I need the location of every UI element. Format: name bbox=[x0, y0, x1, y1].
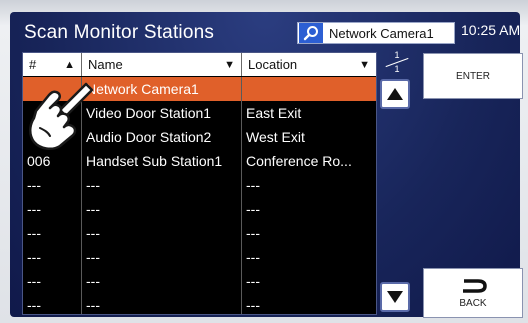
row-name: Audio Door Station2 bbox=[82, 125, 242, 149]
row-location: Conference Ro... bbox=[246, 153, 352, 169]
row-location bbox=[242, 77, 376, 101]
table-header: # ▲ Name ▼ Location ▼ bbox=[23, 53, 376, 76]
table-row-empty[interactable]: --- --- --- bbox=[23, 221, 376, 245]
triangle-up-icon bbox=[387, 88, 403, 100]
row-name: --- bbox=[82, 293, 242, 314]
page-total: 1 bbox=[394, 64, 400, 74]
sort-ascending-icon: ▲ bbox=[64, 59, 75, 71]
page-title: Scan Monitor Stations bbox=[24, 22, 215, 43]
search-field[interactable]: Network Camera1 bbox=[297, 22, 455, 44]
table-row-empty[interactable]: --- --- --- bbox=[23, 245, 376, 269]
sort-descending-icon: ▼ bbox=[359, 59, 370, 71]
page-current: 1 bbox=[394, 50, 400, 60]
row-name: --- bbox=[82, 221, 242, 245]
table-row-empty[interactable]: --- --- --- bbox=[23, 197, 376, 221]
page-indicator: 1 1 bbox=[379, 50, 415, 76]
scroll-up-button[interactable] bbox=[380, 79, 410, 109]
row-name: Video Door Station1 bbox=[82, 101, 242, 125]
row-location: --- bbox=[246, 225, 260, 241]
row-name: --- bbox=[82, 197, 242, 221]
back-label: BACK bbox=[459, 297, 487, 309]
row-number: --- bbox=[23, 293, 82, 314]
row-location: West Exit bbox=[246, 129, 305, 145]
row-location: --- bbox=[246, 297, 260, 313]
table-row-empty[interactable]: --- --- --- bbox=[23, 293, 376, 314]
row-name: Handset Sub Station1 bbox=[82, 149, 242, 173]
row-location: --- bbox=[246, 201, 260, 217]
column-header-number[interactable]: # ▲ bbox=[23, 53, 82, 76]
sort-descending-icon: ▼ bbox=[224, 59, 235, 71]
row-number: --- bbox=[23, 245, 82, 269]
back-button[interactable]: BACK bbox=[423, 268, 523, 318]
enter-button[interactable]: ENTER bbox=[423, 53, 523, 99]
column-header-name[interactable]: Name ▼ bbox=[82, 53, 242, 76]
row-number: --- bbox=[23, 221, 82, 245]
return-arrow-icon bbox=[463, 278, 487, 293]
clock: 10:25 AM bbox=[461, 22, 521, 38]
row-location: --- bbox=[246, 249, 260, 265]
row-location: --- bbox=[246, 177, 260, 193]
scroll-down-button[interactable] bbox=[380, 282, 410, 312]
row-name: --- bbox=[82, 269, 242, 293]
enter-label: ENTER bbox=[456, 70, 490, 82]
row-location: East Exit bbox=[246, 105, 302, 121]
touch-hand-icon bbox=[29, 82, 94, 151]
table-row-empty[interactable]: --- --- --- bbox=[23, 173, 376, 197]
search-value: Network Camera1 bbox=[329, 25, 434, 41]
row-name: --- bbox=[82, 173, 242, 197]
table-row-empty[interactable]: --- --- --- bbox=[23, 269, 376, 293]
row-number: --- bbox=[23, 197, 82, 221]
row-name: Network Camera1 bbox=[82, 77, 242, 101]
row-location: --- bbox=[246, 273, 260, 289]
search-icon[interactable] bbox=[299, 23, 323, 43]
column-header-location[interactable]: Location ▼ bbox=[242, 53, 376, 76]
triangle-down-icon bbox=[387, 291, 403, 303]
row-number: --- bbox=[23, 269, 82, 293]
row-number: --- bbox=[23, 173, 82, 197]
row-name: --- bbox=[82, 245, 242, 269]
